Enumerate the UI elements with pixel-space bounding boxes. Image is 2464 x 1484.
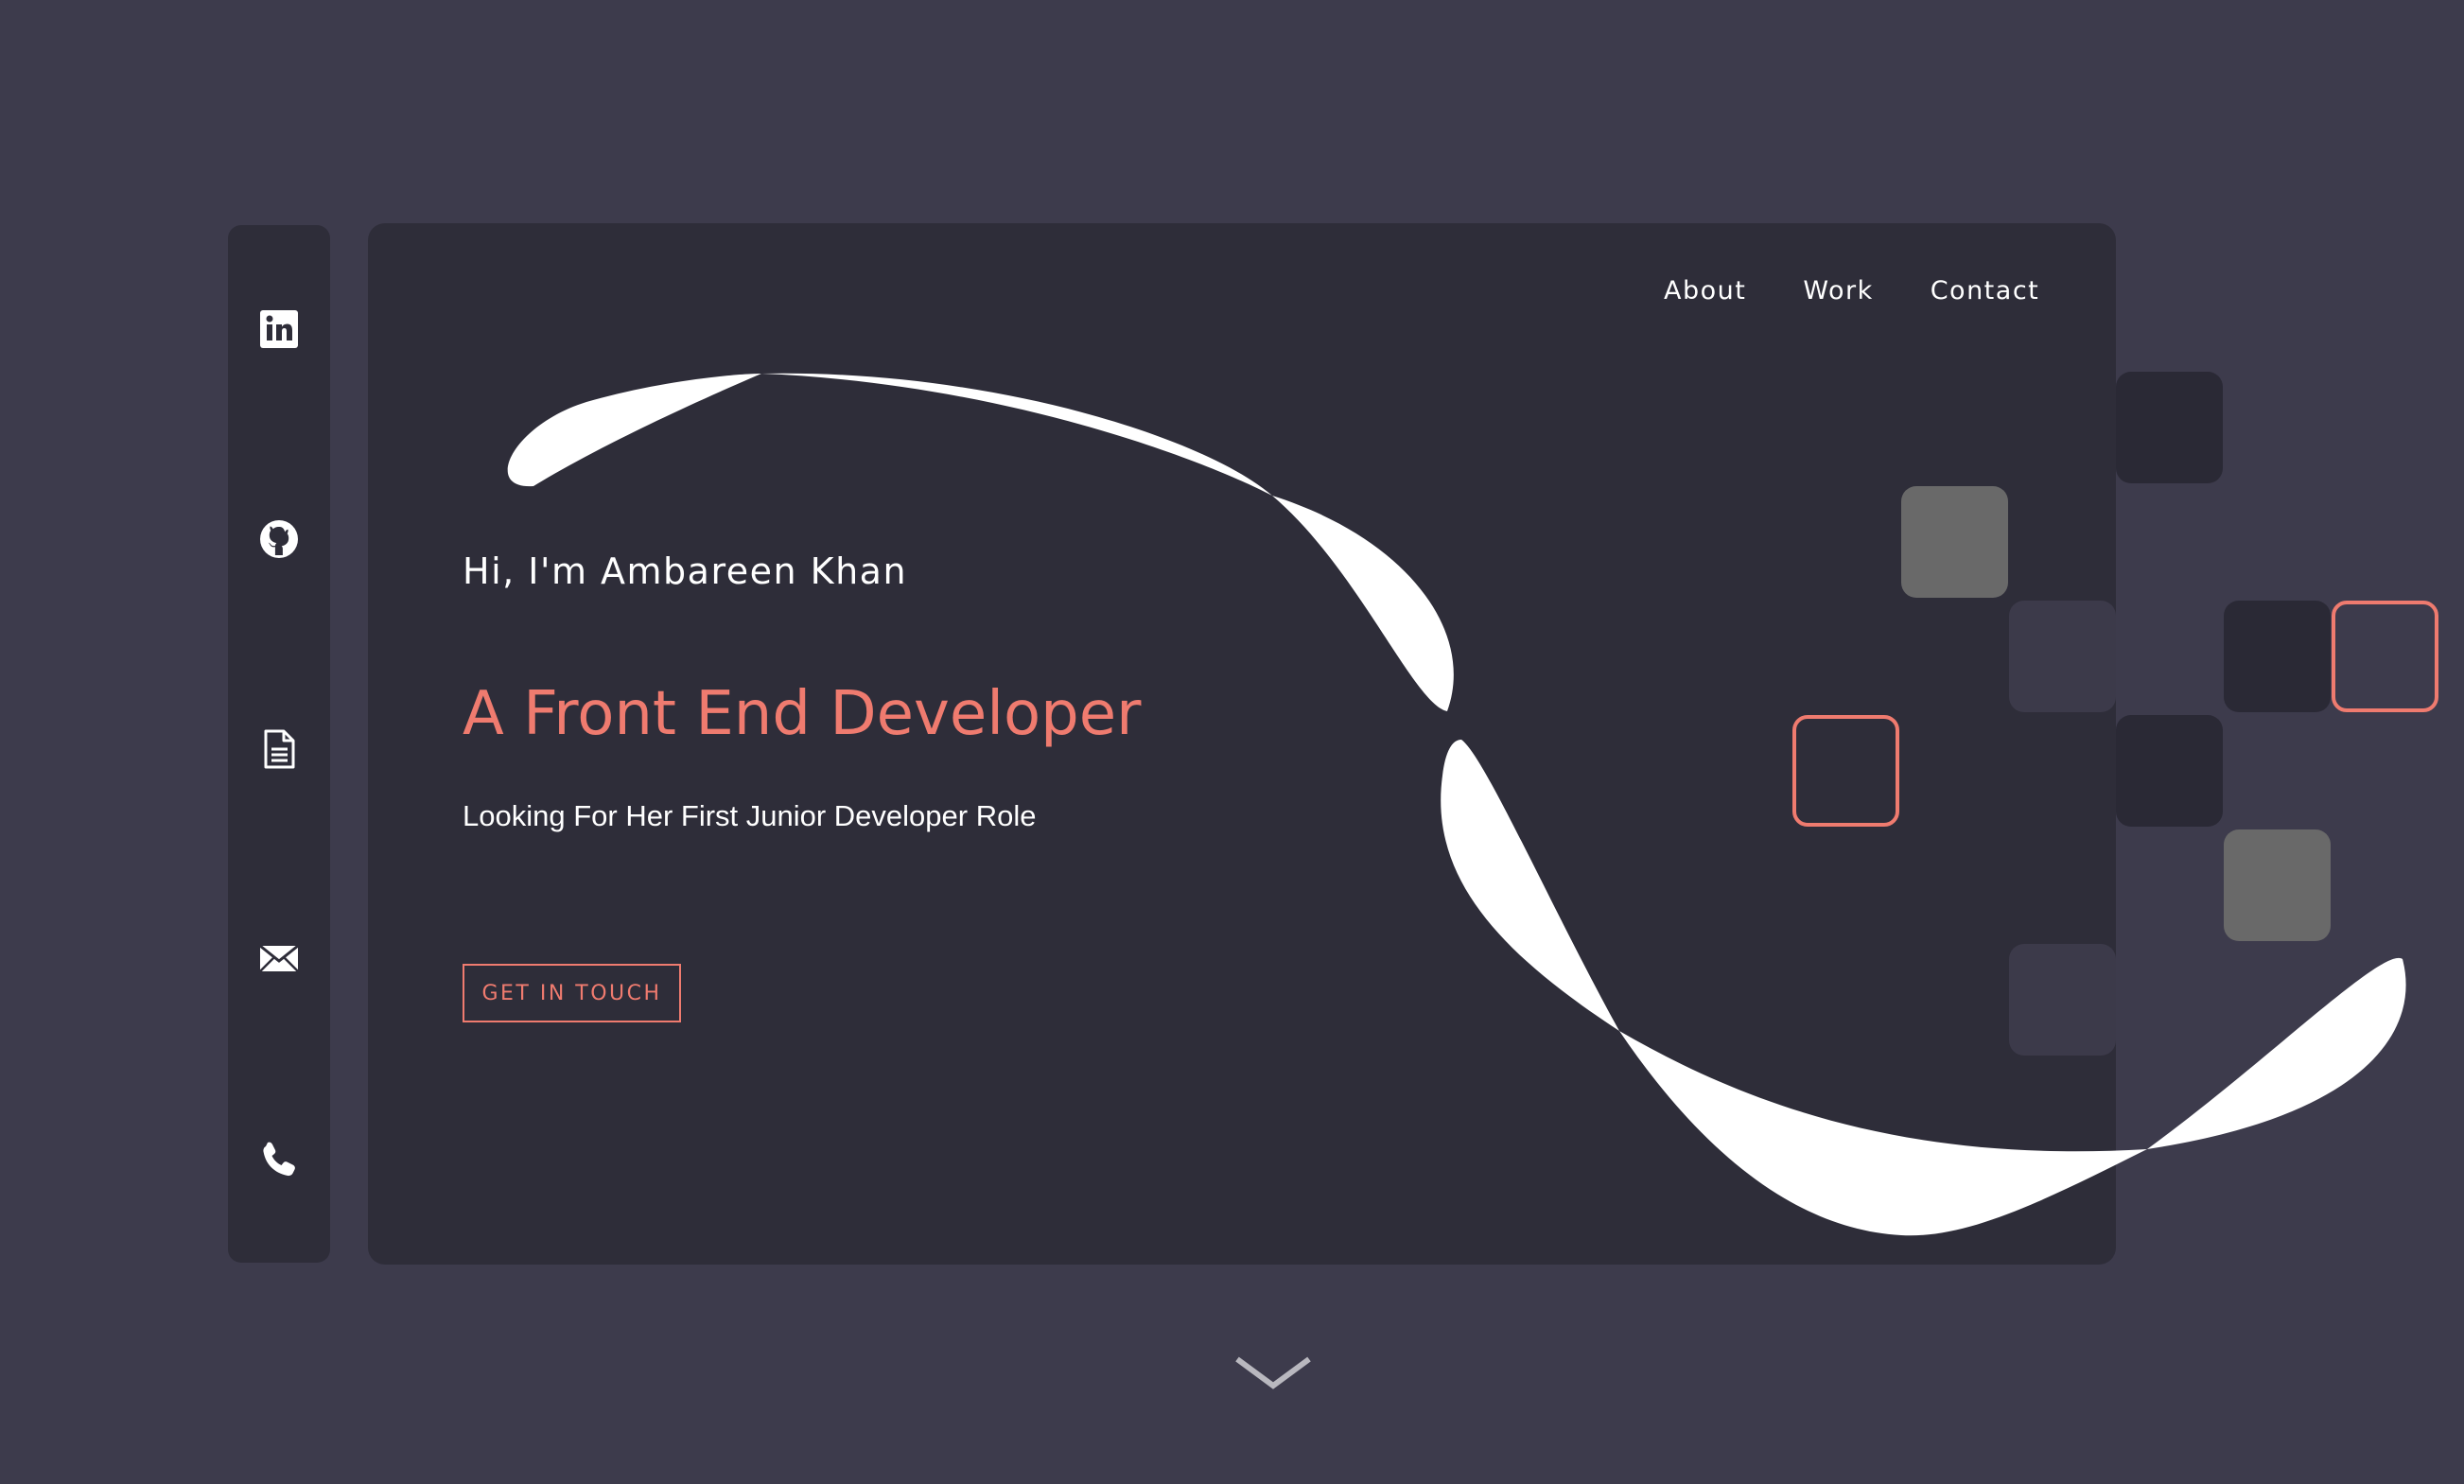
decor-tile [2009,944,2116,1056]
decor-tile [2224,601,2331,712]
get-in-touch-button[interactable]: GET IN TOUCH [463,964,681,1022]
nav-link-contact[interactable]: Contact [1931,276,2040,306]
decor-tile [2116,372,2223,483]
top-nav: About Work Contact [1664,276,2039,306]
decor-tile [2009,601,2116,712]
phone-icon[interactable] [258,1139,300,1180]
hero-greeting: Hi, I'm Ambareen Khan [463,550,908,592]
hero-tagline: Looking For Her First Junior Developer R… [463,799,1037,832]
decor-tile-outline [2332,601,2438,712]
decor-tile [2224,829,2331,941]
nav-link-work[interactable]: Work [1803,276,1873,306]
email-icon[interactable] [258,937,300,979]
github-icon[interactable] [258,518,300,560]
decor-tile-outline [1792,715,1899,827]
chevron-down-icon[interactable] [1233,1353,1313,1395]
hero-headline: A Front End Developer [463,679,1142,749]
linkedin-icon[interactable] [258,308,300,350]
nav-link-about[interactable]: About [1664,276,1746,306]
social-sidebar [228,225,330,1263]
decor-tile [1901,486,2008,598]
decor-tile [2116,715,2223,827]
document-icon[interactable] [258,728,300,770]
